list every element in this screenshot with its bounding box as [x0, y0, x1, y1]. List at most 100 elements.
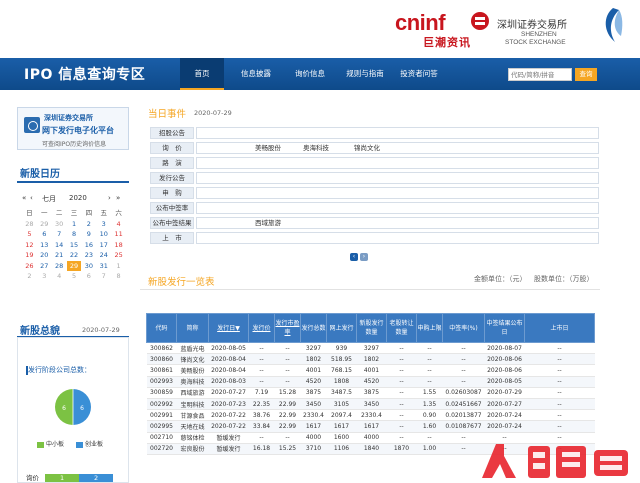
calendar-day[interactable]: 28: [22, 219, 37, 230]
online-issuance-platform-banner[interactable]: 深圳证券交易所 网下发行电子化平台 可查阅IPO历史询价信息: [17, 107, 129, 150]
calendar-day[interactable]: 3: [37, 271, 52, 282]
calendar-day[interactable]: 15: [67, 240, 82, 251]
calendar-day[interactable]: 5: [67, 271, 82, 282]
calendar-day[interactable]: 12: [22, 240, 37, 251]
event-company-link[interactable]: 锦尚文化: [354, 143, 380, 154]
prev-month-button[interactable]: ‹: [30, 194, 33, 202]
table-cell[interactable]: 甘源食品: [176, 409, 209, 422]
calendar-day[interactable]: 25: [111, 250, 126, 261]
table-row[interactable]: 002995 天地在线 2020-07-22 33.84 22.99 1617 1617 16…: [146, 420, 595, 433]
calendar-day[interactable]: 6: [81, 271, 96, 282]
column-header[interactable]: 发行价: [248, 313, 275, 343]
table-row[interactable]: 002993 奥海科技 2020-08-03 -- -- 4520 1808 4520 -- --…: [146, 376, 595, 388]
table-cell[interactable]: 宝明科技: [176, 398, 209, 411]
table-row[interactable]: 002992 宝明科技 2020-07-23 22.35 22.99 3450 3105 34…: [146, 398, 595, 411]
legend-gem: 创业板: [76, 439, 103, 448]
table-cell: 1840: [356, 443, 387, 455]
calendar-day[interactable]: 10: [96, 229, 111, 240]
calendar-day[interactable]: 24: [96, 250, 111, 261]
search-input[interactable]: [508, 68, 572, 81]
table-cell: 2330.4: [356, 409, 387, 422]
calendar-day[interactable]: 22: [67, 250, 82, 261]
calendar-day[interactable]: 2: [81, 219, 96, 230]
nav-item-qa[interactable]: 投资者问答: [396, 58, 442, 90]
calendar-day[interactable]: 14: [52, 240, 67, 251]
calendar-day[interactable]: 5: [22, 229, 37, 240]
calendar-day[interactable]: 1: [67, 219, 82, 230]
calendar-day[interactable]: 7: [96, 271, 111, 282]
nav-item-home[interactable]: 首页: [180, 58, 224, 90]
column-header[interactable]: 发行市盈率: [274, 313, 301, 343]
calendar-day[interactable]: 2: [22, 271, 37, 282]
calendar-day[interactable]: 8: [67, 229, 82, 240]
column-header: 中签结果公布日: [484, 313, 525, 343]
table-cell: --: [442, 342, 485, 355]
calendar-day[interactable]: 9: [81, 229, 96, 240]
calendar-day[interactable]: 3: [96, 219, 111, 230]
table-cell[interactable]: 锋尚文化: [176, 353, 209, 366]
calendar-day[interactable]: 31: [96, 261, 111, 272]
nav-item-disclosure[interactable]: 信息披露: [232, 58, 280, 90]
table-cell[interactable]: 西域旅游: [176, 387, 209, 399]
szse-logo[interactable]: 深圳证券交易所 SHENZHEN STOCK EXCHANGE: [497, 8, 637, 48]
column-header[interactable]: 发行日▼: [208, 313, 249, 343]
calendar-day[interactable]: 4: [111, 219, 126, 230]
table-row[interactable]: 300862 蓝盾光电 2020-08-05 -- -- 3297 939 3297 -- -- -…: [146, 342, 595, 355]
calendar-day[interactable]: 28: [52, 261, 67, 272]
calendar-day[interactable]: 13: [37, 240, 52, 251]
table-cell[interactable]: 奥海科技: [176, 376, 209, 388]
event-company-link[interactable]: 奥海科技: [303, 143, 329, 154]
nav-item-rules[interactable]: 规则与指南: [338, 58, 392, 90]
next-year-button[interactable]: »: [116, 194, 120, 202]
table-row[interactable]: 300861 美畅股份 2020-08-04 -- -- 4001 768.15 4001 --…: [146, 364, 595, 377]
event-company-link[interactable]: 美畅股份: [255, 143, 281, 154]
table-cell[interactable]: 蓝盾光电: [176, 342, 209, 355]
calendar-day[interactable]: 6: [37, 229, 52, 240]
table-cell: 0.02451667: [442, 398, 485, 411]
calendar-day[interactable]: 27: [37, 261, 52, 272]
table-cell[interactable]: 慈铭体检: [176, 432, 209, 444]
calendar-day[interactable]: 30: [52, 219, 67, 230]
event-row-cell: [196, 127, 599, 139]
table-cell[interactable]: 美畅股份: [176, 364, 209, 377]
table-cell[interactable]: 宏良股份: [176, 443, 209, 455]
next-month-button[interactable]: ›: [108, 194, 111, 202]
month-select[interactable]: 七月: [42, 194, 56, 204]
pager-next-button[interactable]: ›: [360, 253, 368, 261]
prev-year-button[interactable]: «: [22, 194, 26, 202]
calendar-day[interactable]: 17: [96, 240, 111, 251]
calendar-day[interactable]: 29: [66, 260, 82, 271]
calendar-day[interactable]: 1: [111, 261, 126, 272]
calendar-day[interactable]: 21: [52, 250, 67, 261]
pager-prev-button[interactable]: ‹: [350, 253, 358, 261]
event-row-cell: 西域旅游: [196, 217, 599, 229]
table-row[interactable]: 002991 甘源食品 2020-07-22 38.76 22.99 2330.4 2097…: [146, 409, 595, 422]
table-cell: 2020-07-22: [208, 420, 249, 433]
table-cell: 002993: [146, 376, 177, 388]
site-title: IPO 信息查询专区: [24, 67, 146, 83]
calendar-day[interactable]: 20: [37, 250, 52, 261]
calendar-day[interactable]: 26: [22, 261, 37, 272]
calendar-day[interactable]: 29: [37, 219, 52, 230]
column-header: 老股转让数量: [386, 313, 417, 343]
calendar-day[interactable]: 18: [111, 240, 126, 251]
table-cell[interactable]: 天地在线: [176, 420, 209, 433]
table-row[interactable]: 300860 锋尚文化 2020-08-04 -- -- 1802 518.95 1802 --…: [146, 353, 595, 366]
calendar-day[interactable]: 7: [52, 229, 67, 240]
table-cell: 1600: [326, 432, 357, 444]
cninf-logo[interactable]: cninf 巨潮资讯: [395, 10, 490, 49]
calendar-day[interactable]: 23: [81, 250, 96, 261]
year-select[interactable]: 2020: [69, 194, 87, 202]
calendar-day[interactable]: 19: [22, 250, 37, 261]
calendar-title-underline: [17, 181, 129, 183]
calendar-day[interactable]: 30: [81, 261, 96, 272]
table-row[interactable]: 300859 西域旅游 2020-07-27 7.19 15.28 3875 3487.5 3…: [146, 387, 595, 399]
nav-item-inquiry[interactable]: 询价信息: [288, 58, 332, 90]
calendar-day[interactable]: 11: [111, 229, 126, 240]
search-button[interactable]: 查询: [575, 68, 597, 81]
calendar-day[interactable]: 16: [81, 240, 96, 251]
calendar-day[interactable]: 8: [111, 271, 126, 282]
amount-unit: 金额单位：（元）: [474, 275, 527, 283]
calendar-day[interactable]: 4: [52, 271, 67, 282]
event-company-link[interactable]: 西域旅游: [255, 218, 281, 229]
